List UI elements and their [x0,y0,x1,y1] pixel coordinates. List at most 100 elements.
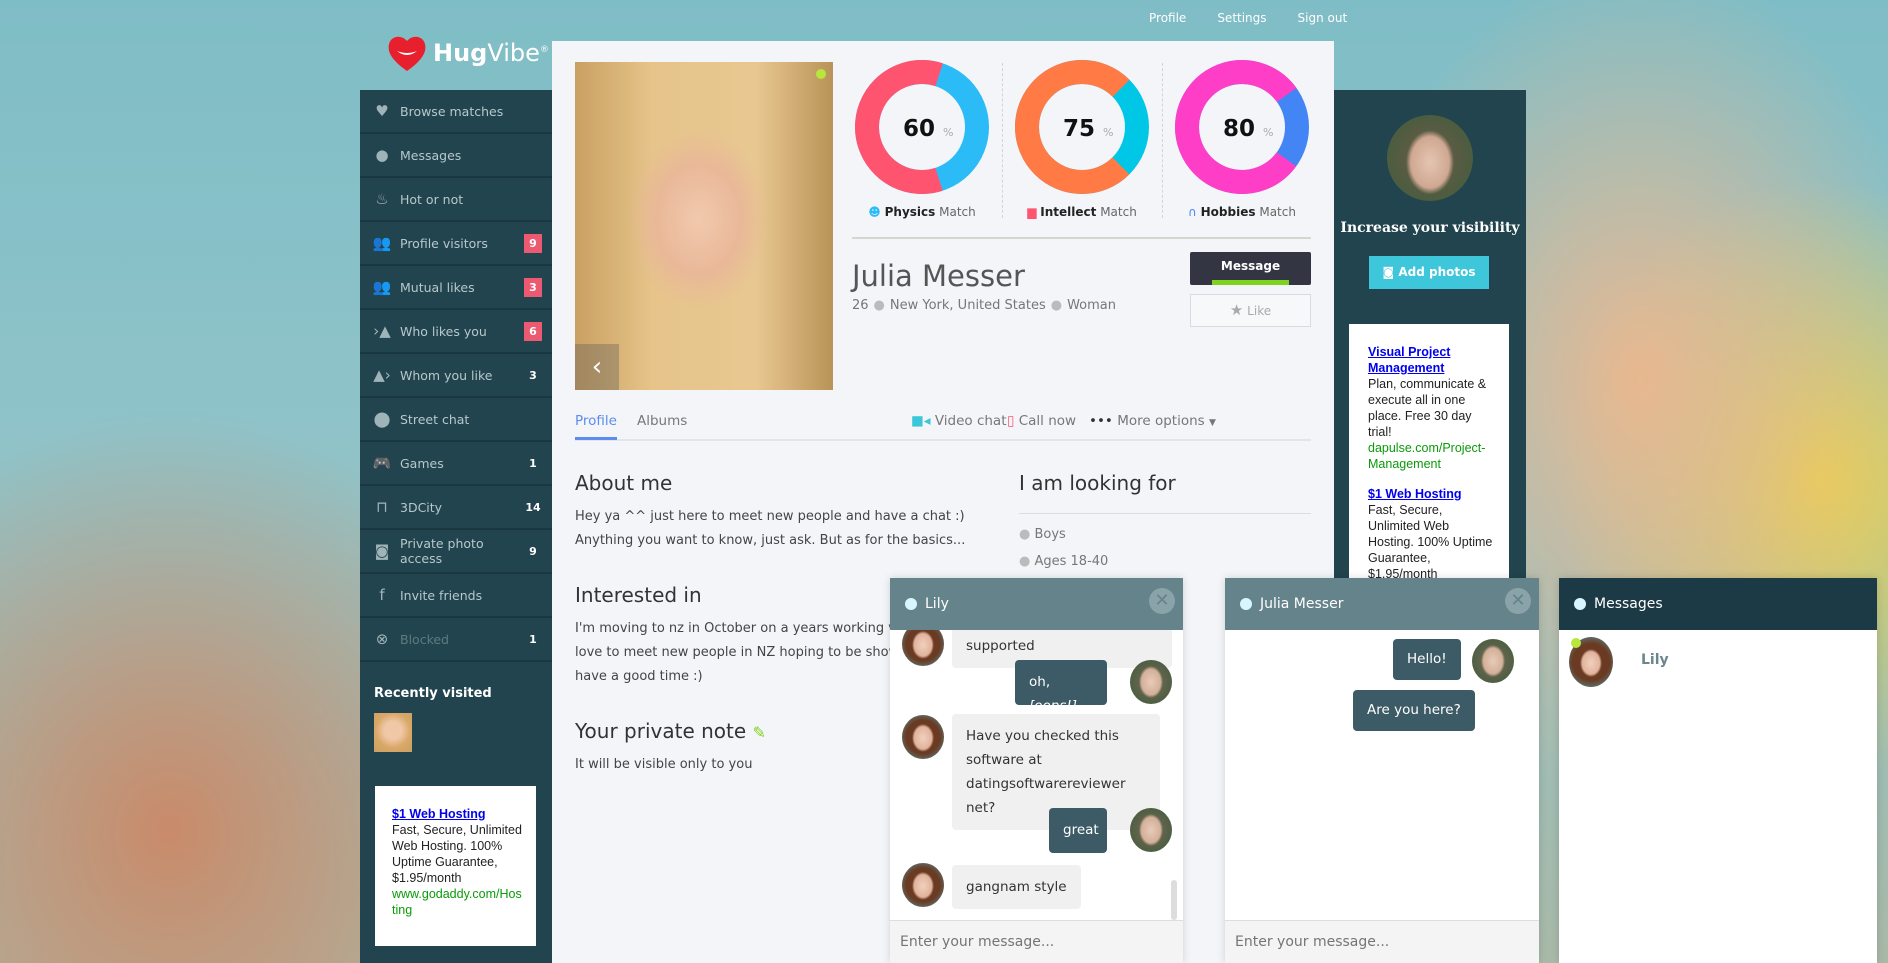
percent-unit: % [1103,126,1113,139]
sidebar-ad: $1 Web Hosting Fast, Secure, Unlimited W… [375,786,536,946]
sidebar-item-label: Private photo access [400,536,484,566]
sidebar-item-browse-matches[interactable]: ♥ Browse matches [360,90,552,134]
close-icon[interactable]: ✕ [1149,588,1175,614]
phone-icon: ▯ [1007,413,1015,429]
sidebar-item-street-chat[interactable]: ⬤ Street chat [360,398,552,442]
sidebar-item-profile-visitors[interactable]: 👥 Profile visitors 9 [360,222,552,266]
recent-visitor-thumb[interactable] [374,713,412,752]
sidebar-item-whom-you-like[interactable]: ▲› Whom you like 3 [360,354,552,398]
match-label: ▆ Intellect Match [1027,205,1137,219]
count-badge: 1 [529,456,537,470]
sidebar-item-private-photo-access[interactable]: ◙ Private photo access 9 [360,530,552,574]
sidebar-item-label: Mutual likes [400,279,475,295]
user-avatar[interactable] [1387,115,1473,201]
avatar [902,630,944,666]
sidebar-item-who-likes-you[interactable]: ›▲ Who likes you 6 [360,310,552,354]
avatar [1130,808,1172,852]
chat-messages: What languages are supported oh, [oops!]… [890,630,1183,920]
sidebar-item-label: Blocked [400,631,449,647]
ad-title-link[interactable]: Visual Project Management [1368,344,1495,376]
messages-header[interactable]: Messages [1559,578,1877,630]
avatar [902,715,944,759]
top-nav: Profile Settings Sign out [1149,11,1347,25]
sidebar-item-mutual-likes[interactable]: 👥 Mutual likes 3 [360,266,552,310]
private-note-title: Your private note ✎ [575,719,766,743]
users-icon: 👥 [372,234,392,252]
user-outgoing-icon: ▲› [373,366,391,384]
gender: Woman [1067,298,1116,313]
right-ad: Visual Project Management Plan, communic… [1349,324,1509,584]
chat-message: gangnam style [952,865,1081,909]
message-input[interactable] [890,920,1183,963]
add-photos-button[interactable]: ◙ Add photos [1369,256,1489,289]
ad-url[interactable]: www.godaddy.com/Hosting [392,886,522,918]
logo[interactable]: HugVibe® [385,33,549,73]
nav-settings[interactable]: Settings [1217,11,1266,25]
gamepad-icon: 🎮 [372,454,392,472]
chat-header[interactable]: Julia Messer ✕ [1225,578,1539,630]
message-button[interactable]: Message [1190,252,1311,285]
about-text: Hey ya ^^ just here to meet new people a… [575,509,966,548]
interested-title: Interested in [575,583,702,607]
video-chat-button[interactable]: ■◂ Video chat [911,413,1007,437]
match-label: ∩ Hobbies Match [1188,205,1296,219]
list-item: ● Ages 18-40 [1019,554,1109,569]
profile-photo[interactable]: ‹ [575,62,833,390]
like-button[interactable]: ★ Like [1190,294,1311,327]
heart-icon: ♥ [375,102,389,120]
chat-header[interactable]: Lily ✕ [890,578,1183,630]
sidebar-item-invite-friends[interactable]: f Invite friends [360,574,552,618]
logo-mark: ® [539,45,549,55]
profile-tabs: Profile Albums ■◂ Video chat ▯ Call now … [575,413,1311,441]
status-dot-icon [1240,598,1252,610]
sidebar-item-label: Whom you like [400,367,493,383]
logo-text-light: Vibe [487,39,540,67]
previous-photo-button[interactable]: ‹ [575,344,619,390]
avatar [902,863,944,907]
sidebar-item-messages[interactable]: ● Messages [360,134,552,178]
close-icon[interactable]: ✕ [1505,588,1531,614]
sidebar-item-label: Browse matches [400,103,504,119]
sidebar-item-3dcity[interactable]: ⊓ 3DCity 14 [360,486,552,530]
chat-window-lily: Lily ✕ What languages are supported oh, [… [890,578,1183,963]
contact-item[interactable]: Lily [1559,630,1877,690]
tab-albums[interactable]: Albums [637,413,687,437]
private-note-text[interactable]: It will be visible only to you [575,753,752,777]
match-percent: 80 [1223,116,1255,142]
scrollbar[interactable] [1171,880,1177,920]
sidebar-item-games[interactable]: 🎮 Games 1 [360,442,552,486]
divider [1019,513,1311,514]
sidebar-item-label: Messages [400,147,462,163]
sidebar-item-blocked[interactable]: ⊗ Blocked 1 [360,618,552,662]
heart-logo-icon [388,36,426,71]
sidebar-item-label: Games [400,455,444,471]
nav-profile[interactable]: Profile [1149,11,1186,25]
star-icon: ★ [1229,301,1244,319]
location: New York, United States [889,298,1046,313]
smiley-icon: ☻ [868,205,881,219]
count-badge: 14 [525,500,541,514]
call-now-button[interactable]: ▯ Call now [1007,413,1076,437]
chat-message: great [1049,808,1107,853]
percent-unit: % [1263,126,1273,139]
video-icon: ■◂ [911,413,931,429]
sidebar: ♥ Browse matches ● Messages ♨ Hot or not 👥 Prof… [360,90,552,963]
ad-url[interactable]: dapulse.com/Project-Management [1368,440,1495,472]
count-badge: 1 [529,632,537,646]
tab-profile[interactable]: Profile [575,413,617,440]
sidebar-item-hot-or-not[interactable]: ♨ Hot or not [360,178,552,222]
message-input[interactable] [1225,920,1539,963]
visibility-title: Increase your visibility [1340,220,1520,236]
divider [1162,63,1163,218]
ad-title-link[interactable]: $1 Web Hosting [1368,486,1495,502]
chat-message: oh, [oops!] [1015,660,1107,714]
status-dot-icon [905,598,917,610]
ad-title-link[interactable]: $1 Web Hosting [392,806,522,822]
about-title: About me [575,471,673,495]
chat-title: Julia Messer [1260,596,1344,612]
more-options-button[interactable]: ••• More options ▼ [1089,413,1216,437]
nav-sign-out[interactable]: Sign out [1298,11,1348,25]
messages-panel: Messages Lily [1559,578,1877,963]
pencil-icon[interactable]: ✎ [753,723,766,742]
chat-message: Are you here? [1353,690,1475,731]
